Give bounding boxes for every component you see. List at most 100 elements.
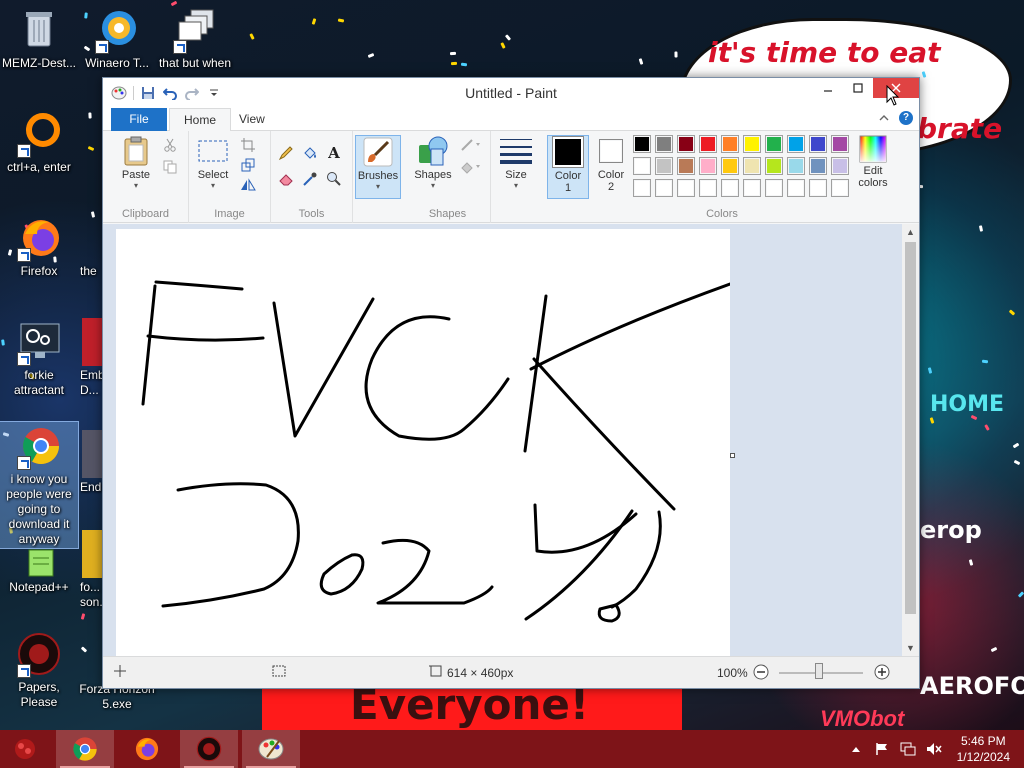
palette-swatch[interactable]: [721, 135, 739, 153]
volume-muted-icon[interactable]: [925, 740, 943, 758]
palette-swatch[interactable]: [677, 179, 695, 197]
outline-icon[interactable]: [459, 137, 483, 153]
palette-swatch[interactable]: [677, 157, 695, 175]
text-tool-icon[interactable]: A: [325, 144, 343, 162]
minimize-button[interactable]: [813, 78, 843, 98]
select-button[interactable]: Select ▾: [193, 135, 233, 190]
pencil-icon[interactable]: [277, 145, 295, 161]
brushes-button[interactable]: Brushes ▾: [355, 135, 401, 199]
desktop-icon-winaero[interactable]: Winaero T...: [78, 6, 156, 71]
shapes-button[interactable]: Shapes ▾: [411, 135, 455, 190]
fill-icon[interactable]: [459, 159, 483, 175]
palette-swatch[interactable]: [809, 179, 827, 197]
taskbar-chrome[interactable]: [56, 730, 114, 768]
palette-swatch[interactable]: [809, 135, 827, 153]
palette-swatch[interactable]: [633, 179, 651, 197]
palette-swatch[interactable]: [699, 157, 717, 175]
color1-button[interactable]: Color 1: [547, 135, 589, 199]
zoom-in-icon[interactable]: [874, 664, 890, 683]
palette-swatch[interactable]: [765, 157, 783, 175]
palette-swatch[interactable]: [743, 157, 761, 175]
color2-button[interactable]: Color 2: [593, 135, 629, 193]
magnifier-icon[interactable]: [325, 171, 343, 187]
tab-file[interactable]: File: [111, 108, 167, 131]
scroll-thumb[interactable]: [905, 242, 916, 614]
show-hidden-icons-icon[interactable]: [847, 740, 865, 758]
palette-swatch[interactable]: [743, 135, 761, 153]
desktop-icon-memz[interactable]: MEMZ-Dest...: [0, 6, 78, 71]
taskbar-papers-please[interactable]: [180, 730, 238, 768]
desktop-icon-partial-1[interactable]: [80, 110, 104, 160]
taskbar-firefox[interactable]: [118, 730, 176, 768]
title-bar[interactable]: Untitled - Paint: [103, 78, 919, 107]
canvas-resize-handle[interactable]: [730, 453, 735, 458]
palette-swatch[interactable]: [831, 179, 849, 197]
zoom-slider-thumb[interactable]: [815, 663, 823, 679]
size-button[interactable]: Size ▾: [497, 135, 535, 190]
palette-swatch[interactable]: [655, 135, 673, 153]
edit-colors-button[interactable]: Edit colors: [853, 135, 893, 189]
palette-swatch[interactable]: [633, 157, 651, 175]
palette-swatch[interactable]: [809, 157, 827, 175]
palette-swatch[interactable]: [721, 157, 739, 175]
desktop-icon-notepadpp[interactable]: Notepad++: [0, 548, 78, 595]
scroll-down-icon[interactable]: ▼: [906, 643, 915, 653]
palette-swatch[interactable]: [655, 179, 673, 197]
palette-swatch[interactable]: [787, 135, 805, 153]
desktop-icon-partial-fo[interactable]: fo... son...: [80, 530, 104, 610]
maximize-button[interactable]: [843, 78, 873, 98]
desktop-icon-forkie[interactable]: forkie attractant: [0, 318, 78, 398]
taskbar-paint[interactable]: [242, 730, 300, 768]
desktop-icon-firefox[interactable]: Firefox: [0, 214, 78, 279]
palette-swatch[interactable]: [721, 179, 739, 197]
palette-swatch[interactable]: [831, 135, 849, 153]
palette-swatch[interactable]: [743, 179, 761, 197]
desktop-icon-that-but-when[interactable]: that but when: [156, 6, 234, 71]
palette-swatch[interactable]: [787, 157, 805, 175]
rotate-icon[interactable]: [239, 177, 257, 193]
desktop-icon-partial-the[interactable]: the: [80, 214, 104, 279]
drawing-canvas[interactable]: [116, 229, 732, 656]
desktop-icon-partial-end[interactable]: End: [80, 430, 104, 495]
palette-swatch[interactable]: [787, 179, 805, 197]
palette-swatch[interactable]: [699, 135, 717, 153]
palette-swatch[interactable]: [699, 179, 717, 197]
canvas-workspace[interactable]: [103, 224, 902, 656]
palette-swatch[interactable]: [677, 135, 695, 153]
palette-swatch[interactable]: [765, 135, 783, 153]
start-button[interactable]: [0, 730, 50, 768]
resize-icon[interactable]: [239, 157, 257, 173]
tab-view[interactable]: View: [225, 108, 279, 131]
group-brushes: Brushes ▾: [353, 131, 405, 223]
desktop-icon-papers-please[interactable]: Papers, Please: [0, 630, 78, 710]
tab-home[interactable]: Home: [169, 108, 232, 132]
eraser-icon[interactable]: [277, 171, 295, 187]
palette-swatch-color: [789, 137, 803, 151]
desktop-icon-partial-emb[interactable]: Emb... D...: [80, 318, 104, 398]
palette-swatch[interactable]: [655, 157, 673, 175]
palette-swatch[interactable]: [765, 179, 783, 197]
crop-icon[interactable]: [239, 137, 257, 153]
taskbar-clock[interactable]: 5:46 PM 1/12/2024: [957, 733, 1010, 765]
zoom-out-icon[interactable]: [753, 664, 769, 683]
group-label-clipboard: Clipboard: [121, 208, 170, 220]
copy-icon[interactable]: [161, 159, 179, 175]
scroll-up-icon[interactable]: ▲: [906, 227, 915, 237]
palette-swatch[interactable]: [831, 157, 849, 175]
fill-bucket-icon[interactable]: [301, 145, 319, 161]
action-center-flag-icon[interactable]: [873, 740, 891, 758]
collapse-ribbon-icon[interactable]: [879, 111, 889, 125]
desktop-icon-ctrl-a-enter[interactable]: ctrl+a, enter: [0, 110, 78, 175]
cut-icon[interactable]: [161, 137, 179, 153]
stroke-zero: [319, 553, 365, 596]
palette-swatch[interactable]: [633, 135, 651, 153]
color1-label-line2: 1: [564, 182, 572, 194]
group-colors: Color 1 Color 2 Edit colors Colors: [541, 131, 903, 223]
help-icon[interactable]: ?: [899, 111, 913, 125]
palette-swatch-color: [745, 137, 759, 151]
vertical-scrollbar[interactable]: ▲ ▼: [902, 224, 919, 656]
desktop-icon-chrome[interactable]: i know you people were going to download…: [0, 421, 79, 549]
paste-button[interactable]: Paste ▾: [115, 135, 157, 190]
color-picker-icon[interactable]: [301, 171, 319, 187]
network-icon[interactable]: [899, 740, 917, 758]
